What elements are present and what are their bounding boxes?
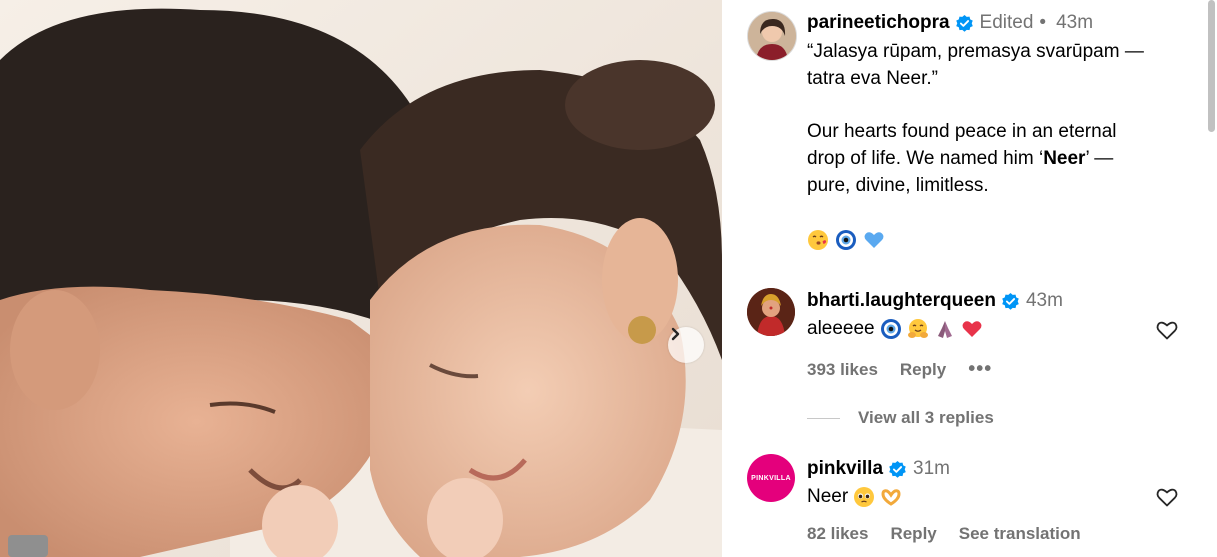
separator-dot: • bbox=[1039, 12, 1047, 33]
comment1-likes[interactable]: 393 likes bbox=[807, 360, 878, 380]
view-replies[interactable]: View all 3 replies bbox=[807, 408, 994, 428]
post-header: parineetichopra Edited • 43m bbox=[807, 12, 1093, 34]
caption-quote-line1: “Jalasya rūpam, premasya svarūpam — bbox=[807, 41, 1144, 62]
caption-line3: pure, divine, limitless. bbox=[807, 175, 989, 196]
scrollbar-thumb[interactable] bbox=[1208, 0, 1215, 132]
comment1-body: aleeeee bbox=[807, 318, 983, 340]
author-avatar[interactable] bbox=[747, 11, 797, 61]
pinkvilla-logo: PINKVILLA bbox=[751, 474, 791, 482]
caption-emojis bbox=[807, 229, 885, 251]
commenter-avatar-bharti[interactable] bbox=[747, 288, 795, 336]
caption-baby-name: Neer bbox=[1043, 148, 1086, 169]
comment1-text: aleeeee bbox=[807, 318, 875, 339]
comment2-likes[interactable]: 82 likes bbox=[807, 524, 868, 544]
comment2-actions: 82 likes Reply See translation bbox=[807, 524, 1103, 544]
like-comment2-heart-icon[interactable] bbox=[1155, 485, 1179, 509]
comment2-username[interactable]: pinkvilla bbox=[807, 458, 883, 480]
chevron-right-icon bbox=[671, 327, 680, 341]
caption-quote: “Jalasya rūpam, premasya svarūpam — tatr… bbox=[807, 38, 1187, 92]
post-photo[interactable] bbox=[0, 0, 722, 557]
comment1-reply-button[interactable]: Reply bbox=[900, 360, 946, 380]
comment1-username[interactable]: bharti.laughterqueen bbox=[807, 290, 996, 312]
nazar-amulet-icon bbox=[835, 229, 857, 251]
nazar-amulet-icon bbox=[880, 318, 902, 340]
scrollbar[interactable] bbox=[1207, 0, 1217, 557]
verified-badge-icon bbox=[955, 14, 974, 33]
blue-heart-icon bbox=[863, 229, 885, 251]
comment2-text: Neer bbox=[807, 486, 849, 507]
caption-body: Our hearts found peace in an eternal dro… bbox=[807, 118, 1187, 199]
pleading-face-icon bbox=[853, 486, 875, 508]
bharti-avatar-image bbox=[747, 288, 795, 336]
comment1-actions: 393 likes Reply ••• bbox=[807, 358, 1014, 381]
caption-line2a: drop of life. We named him ‘ bbox=[807, 148, 1044, 169]
caption-quote-line2: tatra eva Neer.” bbox=[807, 68, 938, 89]
comment2-see-translation[interactable]: See translation bbox=[959, 524, 1081, 544]
comment2-header: pinkvilla 31m bbox=[807, 458, 950, 480]
red-heart-icon bbox=[961, 318, 983, 340]
verified-badge-icon bbox=[888, 460, 907, 479]
view-replies-label[interactable]: View all 3 replies bbox=[858, 408, 994, 428]
next-image-button[interactable] bbox=[668, 327, 704, 363]
comment1-more-options[interactable]: ••• bbox=[968, 358, 992, 381]
comment2-body: Neer bbox=[807, 486, 902, 508]
commenter-avatar-pinkvilla[interactable]: PINKVILLA bbox=[747, 454, 795, 502]
comment2-reply-button[interactable]: Reply bbox=[890, 524, 936, 544]
verified-badge-icon bbox=[1001, 292, 1020, 311]
caption-line2b: ’ — bbox=[1085, 148, 1114, 169]
comment1-time[interactable]: 43m bbox=[1026, 290, 1063, 312]
comment1-header: bharti.laughterqueen 43m bbox=[807, 290, 1063, 312]
author-avatar-image bbox=[748, 12, 796, 60]
like-comment1-heart-icon[interactable] bbox=[1155, 318, 1179, 342]
post-time[interactable]: 43m bbox=[1056, 12, 1093, 34]
caption-line1: Our hearts found peace in an eternal bbox=[807, 121, 1117, 142]
comment2-time[interactable]: 31m bbox=[913, 458, 950, 480]
post-image bbox=[0, 0, 722, 557]
kissing-face-icon bbox=[807, 229, 829, 251]
replies-divider bbox=[807, 417, 840, 419]
author-username[interactable]: parineetichopra bbox=[807, 12, 950, 34]
edited-label: Edited bbox=[979, 12, 1034, 33]
folded-hands-icon bbox=[934, 318, 956, 340]
heart-hands-icon bbox=[880, 486, 902, 508]
hugging-face-icon bbox=[907, 318, 929, 340]
